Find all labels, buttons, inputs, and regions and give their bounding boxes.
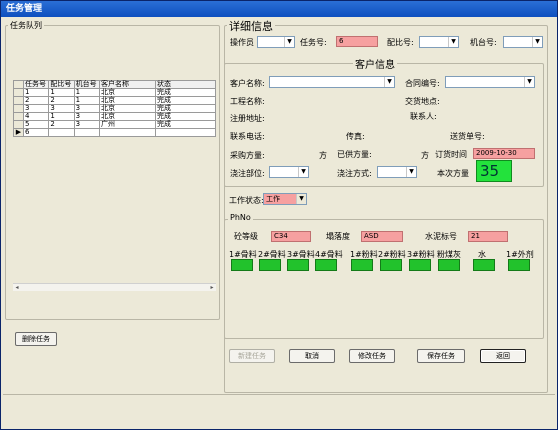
grade-label: 砼等级 <box>234 232 258 241</box>
header-corner <box>13 80 24 89</box>
pour-method-combobox[interactable]: ▼ <box>377 166 417 178</box>
material-indicator <box>287 259 309 271</box>
material-indicator <box>508 259 530 271</box>
machine-no-label: 机台号: <box>470 38 497 47</box>
customer-info-legend: 客户信息 <box>353 56 397 71</box>
pour-part-combobox[interactable]: ▼ <box>269 166 309 178</box>
row-selector[interactable] <box>13 112 24 121</box>
phno-legend: PhNo <box>228 213 253 222</box>
material-indicator <box>409 259 431 271</box>
chevron-down-icon[interactable]: ▼ <box>532 37 542 47</box>
chevron-down-icon[interactable]: ▼ <box>448 37 458 47</box>
table-cell[interactable]: 完成 <box>155 120 216 129</box>
row-selector[interactable]: ▶ <box>13 128 24 137</box>
contract-no-combobox[interactable]: ▼ <box>445 76 535 88</box>
contact-label: 联系人: <box>410 112 437 121</box>
material-indicator <box>351 259 373 271</box>
purchase-volume-label: 采购方量: <box>230 151 265 160</box>
mix-no-label: 配比号: <box>387 38 414 47</box>
delete-task-button[interactable]: 删除任务 <box>15 332 57 346</box>
row-selector[interactable] <box>13 96 24 105</box>
table-cell[interactable]: 3 <box>73 120 101 129</box>
scroll-right-icon[interactable]: ▸ <box>208 284 216 292</box>
table-cell[interactable]: 2 <box>48 120 75 129</box>
order-time-field[interactable]: 2009-10-30 <box>473 148 535 159</box>
detail-title: 详细信息 <box>227 18 275 34</box>
material-indicator <box>259 259 281 271</box>
material-indicator <box>380 259 402 271</box>
unit-label: 方 <box>319 151 327 160</box>
chevron-down-icon[interactable]: ▼ <box>298 167 308 177</box>
contract-no-label: 合同编号: <box>405 79 440 88</box>
customer-name-label: 客户名称: <box>230 79 265 88</box>
chevron-down-icon[interactable]: ▼ <box>296 194 306 204</box>
task-management-window: 任务管理 任务队列 任务号 配比号 机台号 客户名称 状态 1 1 1 北京 完成 2 2 1… <box>0 0 558 430</box>
table-cell[interactable] <box>48 128 75 137</box>
machine-no-combobox[interactable]: ▼ <box>503 36 543 48</box>
table-row[interactable]: ▶ 6 <box>13 128 216 137</box>
table-cell[interactable] <box>155 128 216 137</box>
work-state-combobox[interactable]: 工作 ▼ <box>263 193 307 205</box>
scroll-left-icon[interactable]: ◂ <box>13 284 21 292</box>
status-bar <box>3 394 555 428</box>
unit-label: 方 <box>421 151 429 160</box>
new-task-button[interactable]: 新建任务 <box>229 349 275 363</box>
material-indicator <box>438 259 460 271</box>
task-queue-group <box>5 25 220 320</box>
delivery-place-label: 交货地点: <box>405 97 440 106</box>
current-volume-display: 35 <box>476 160 512 182</box>
material-indicator <box>231 259 253 271</box>
work-state-value: 工作 <box>266 195 280 203</box>
project-name-label: 工程名称: <box>230 97 265 106</box>
material-indicator <box>315 259 337 271</box>
chevron-down-icon[interactable]: ▼ <box>384 77 394 87</box>
row-selector[interactable] <box>13 88 24 97</box>
modify-task-button[interactable]: 修改任务 <box>349 349 395 363</box>
task-queue-table[interactable]: 任务号 配比号 机台号 客户名称 状态 1 1 1 北京 完成 2 2 1 北京 完成 3 3 3 北京完… <box>13 80 216 137</box>
material-indicator <box>473 259 495 271</box>
pour-method-label: 浇注方式: <box>337 169 372 178</box>
slump-field[interactable]: ASD <box>361 231 403 242</box>
slump-label: 塌落度 <box>326 232 350 241</box>
customer-name-combobox[interactable]: ▼ <box>269 76 395 88</box>
chevron-down-icon[interactable]: ▼ <box>284 37 294 47</box>
table-cell[interactable] <box>99 128 156 137</box>
work-state-label: 工作状态: <box>229 196 264 205</box>
supplied-volume-label: 已供方量: <box>337 150 372 159</box>
ship-no-label: 送货单号: <box>450 132 485 141</box>
back-button[interactable]: 返回 <box>480 349 526 363</box>
cement-grade-field[interactable]: 21 <box>468 231 508 242</box>
table-row[interactable]: 5 2 3 广州 完成 <box>13 120 216 129</box>
cancel-button[interactable]: 取消 <box>289 349 335 363</box>
phone-label: 联系电话: <box>230 132 265 141</box>
pour-part-label: 浇注部位: <box>230 169 265 178</box>
table-cell[interactable]: 广州 <box>99 120 156 129</box>
current-row-icon: ▶ <box>15 128 22 136</box>
mix-no-combobox[interactable]: ▼ <box>419 36 459 48</box>
table-horizontal-scrollbar[interactable]: ◂ ▸ <box>13 283 216 291</box>
current-volume-label: 本次方量 <box>437 169 469 178</box>
table-cell[interactable] <box>73 128 101 137</box>
address-label: 注册地址: <box>230 114 265 123</box>
operator-combobox[interactable]: ▼ <box>257 36 295 48</box>
cement-grade-label: 水泥标号 <box>425 232 457 241</box>
task-queue-legend: 任务队列 <box>8 20 44 31</box>
order-time-label: 订货时间 <box>435 150 467 159</box>
window-title: 任务管理 <box>1 1 557 17</box>
task-no-label: 任务号: <box>300 38 327 47</box>
fax-label: 传真: <box>346 132 365 141</box>
operator-label: 操作员 <box>230 38 254 47</box>
row-selector[interactable] <box>13 104 24 113</box>
grade-field[interactable]: C34 <box>271 231 311 242</box>
save-task-button[interactable]: 保存任务 <box>417 349 465 363</box>
table-cell[interactable]: 6 <box>22 128 50 137</box>
chevron-down-icon[interactable]: ▼ <box>406 167 416 177</box>
task-no-field[interactable]: 6 <box>336 36 378 47</box>
chevron-down-icon[interactable]: ▼ <box>524 77 534 87</box>
